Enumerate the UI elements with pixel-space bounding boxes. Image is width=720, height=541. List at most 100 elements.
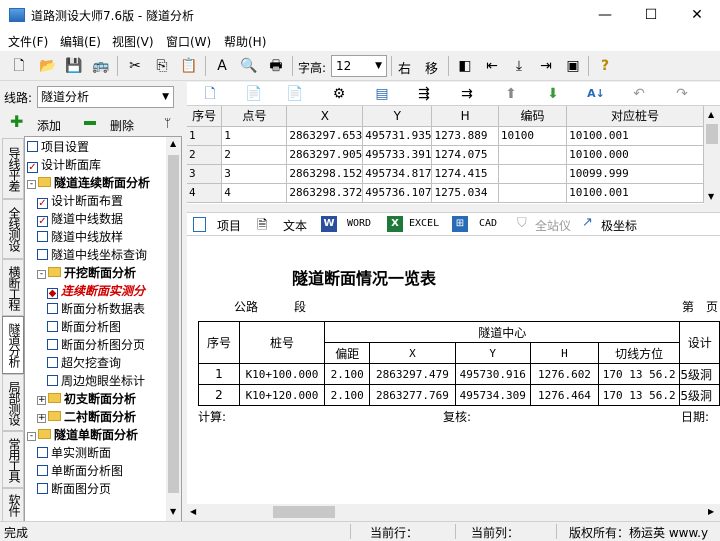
append-row-icon[interactable]: ⇉ xyxy=(456,83,478,105)
scroll-thumb[interactable] xyxy=(168,155,179,493)
maximize-button[interactable]: ☐ xyxy=(628,0,674,30)
checkbox-icon[interactable] xyxy=(37,447,48,458)
checkbox-icon[interactable] xyxy=(47,321,58,332)
move-down-icon[interactable]: ⬇ xyxy=(542,83,564,105)
menu-help[interactable]: 帮助(H) xyxy=(224,33,266,50)
report-hscrollbar[interactable]: ◀ ▶ xyxy=(187,504,720,520)
tree-item[interactable]: ✓ 设计断面布置 xyxy=(37,192,123,210)
move-button[interactable]: 移 xyxy=(425,58,438,77)
grid-cell[interactable]: 10099.999 xyxy=(566,164,704,184)
table-row[interactable]: 4 4 2863298.372 495736.107 1275.034 10100.001 xyxy=(187,183,704,203)
arrow-down-icon[interactable]: ⤓ xyxy=(508,55,530,77)
grid-cell[interactable]: 1275.034 xyxy=(431,183,499,203)
excel-button[interactable]: EXCEL xyxy=(409,218,439,229)
tree-expander-icon[interactable]: - xyxy=(27,432,36,441)
checkbox-icon[interactable] xyxy=(37,249,48,260)
tree-item[interactable]: ✓ 设计断面库 xyxy=(27,156,101,174)
tree-item[interactable]: 断面图分页 xyxy=(37,480,111,498)
grid-cell[interactable]: 4 xyxy=(187,183,223,203)
checkbox-icon[interactable]: ✓ xyxy=(27,162,38,173)
total-station-button[interactable]: 全站仪 xyxy=(535,217,571,234)
table-row[interactable]: 2 2 2863297.905 495733.391 1274.075 10100.000 xyxy=(187,145,704,165)
pin-icon[interactable]: ᛘ xyxy=(164,116,171,130)
tree-scrollbar[interactable]: ▲ ▼ xyxy=(166,137,181,521)
new-row-icon[interactable]: 🗋 xyxy=(199,83,221,105)
add-icon[interactable]: ✚ xyxy=(10,114,23,130)
calculator-icon[interactable]: ▤ xyxy=(371,83,393,105)
tab-traverse-adjust[interactable]: 导线平差 xyxy=(2,138,24,199)
tab-full-line-survey[interactable]: 全线测设 xyxy=(2,199,24,259)
scroll-down-icon[interactable]: ▼ xyxy=(708,192,714,201)
tree-item[interactable]: - 隧道单断面分析 xyxy=(27,426,138,444)
insert-row-icon[interactable]: ⇶ xyxy=(413,83,435,105)
font-size-select[interactable]: 12 ▼ xyxy=(331,55,387,77)
tree-item[interactable]: - 开挖断面分析 xyxy=(37,264,136,282)
scroll-thumb[interactable] xyxy=(273,506,335,518)
layout-window-icon[interactable]: ▣ xyxy=(562,55,584,77)
grid-cell[interactable]: 1274.415 xyxy=(431,164,499,184)
scroll-up-icon[interactable]: ▲ xyxy=(170,139,176,148)
paste-icon[interactable]: 📋 xyxy=(178,55,200,77)
tree-expander-icon[interactable]: - xyxy=(27,180,36,189)
menu-window[interactable]: 窗口(W) xyxy=(166,33,211,50)
tree-item[interactable]: 周边炮眼坐标计 xyxy=(47,372,145,390)
grid-cell[interactable]: 2863297.905 xyxy=(286,145,364,165)
grid-cell[interactable]: 10100 xyxy=(498,126,568,146)
checkbox-icon[interactable] xyxy=(37,465,48,476)
add-button[interactable]: 添加 xyxy=(37,117,61,134)
grid-cell[interactable]: 2863297.653 xyxy=(286,126,364,146)
grid-cell[interactable]: 495731.935 xyxy=(362,126,433,146)
checkbox-icon[interactable]: ✓ xyxy=(37,198,48,209)
print-preview-icon[interactable]: 🔍 xyxy=(238,55,260,77)
checkbox-icon[interactable] xyxy=(47,357,58,368)
checkbox-icon[interactable]: ◆ xyxy=(47,288,58,299)
grid-cell[interactable]: 10100.001 xyxy=(566,126,704,146)
tree-expander-icon[interactable]: + xyxy=(37,414,46,423)
scroll-down-icon[interactable]: ▼ xyxy=(170,507,176,516)
menu-edit[interactable]: 编辑(E) xyxy=(60,33,101,50)
grid-cell[interactable] xyxy=(498,164,568,184)
tree-item[interactable]: + 初支断面分析 xyxy=(37,390,136,408)
tree-expander-icon[interactable]: + xyxy=(37,396,46,405)
text-button[interactable]: 文本 xyxy=(283,217,307,234)
route-select[interactable]: 隧道分析 ▼ xyxy=(37,86,174,108)
scroll-up-icon[interactable]: ▲ xyxy=(708,110,714,119)
checkbox-icon[interactable]: ✓ xyxy=(37,216,48,227)
grid-cell[interactable]: 495736.107 xyxy=(362,183,433,203)
copy-icon[interactable]: ⎘ xyxy=(151,55,173,77)
table-row[interactable]: 3 3 2863298.152 495734.817 1274.415 10099.999 xyxy=(187,164,704,184)
checkbox-icon[interactable] xyxy=(27,141,38,152)
tree-item[interactable]: 隧道中线坐标查询 xyxy=(37,246,147,264)
delete-button[interactable]: 删除 xyxy=(110,117,134,134)
tree-item[interactable]: ◆ 连续断面实测分 xyxy=(47,282,145,300)
right-button[interactable]: 右 xyxy=(398,58,411,77)
tree-item[interactable]: - 隧道连续断面分析 xyxy=(27,174,150,192)
tree-item[interactable]: 单实测断面 xyxy=(37,444,111,462)
export-icon[interactable]: 📄 xyxy=(284,83,306,105)
undo-icon[interactable]: ↶ xyxy=(628,83,650,105)
redo-icon[interactable]: ↷ xyxy=(671,83,693,105)
open-folder-icon[interactable]: 📂 xyxy=(37,55,59,77)
grid-cell[interactable]: 495734.817 xyxy=(362,164,433,184)
tab-common-tools[interactable]: 常用工具 xyxy=(2,431,24,488)
close-button[interactable]: ✕ xyxy=(674,0,720,30)
grid-cell[interactable]: 3 xyxy=(187,164,223,184)
grid-cell[interactable] xyxy=(498,145,568,165)
checkbox-icon[interactable] xyxy=(37,231,48,242)
move-up-icon[interactable]: ⬆ xyxy=(500,83,522,105)
grid-cell[interactable]: 10100.001 xyxy=(566,183,704,203)
scroll-left-icon[interactable]: ◀ xyxy=(190,507,196,516)
settings-icon[interactable]: ⚙ xyxy=(328,83,350,105)
arrow-right-icon[interactable]: ⇥ xyxy=(535,55,557,77)
grid-cell[interactable]: 1 xyxy=(221,126,288,146)
grid-cell[interactable]: 1273.889 xyxy=(431,126,499,146)
layout-left-icon[interactable]: ◧ xyxy=(454,55,476,77)
tree-item[interactable]: 项目设置 xyxy=(27,138,89,156)
arrow-left-icon[interactable]: ⇤ xyxy=(481,55,503,77)
sort-icon[interactable]: A↓ xyxy=(585,83,607,105)
tab-local-survey[interactable]: 局部测设 xyxy=(2,374,24,431)
checkbox-icon[interactable] xyxy=(47,375,58,386)
cut-icon[interactable]: ✂ xyxy=(124,55,146,77)
col-station[interactable]: 对应桩号 xyxy=(566,106,704,127)
grid-scrollbar[interactable]: ▲ ▼ xyxy=(704,106,720,204)
